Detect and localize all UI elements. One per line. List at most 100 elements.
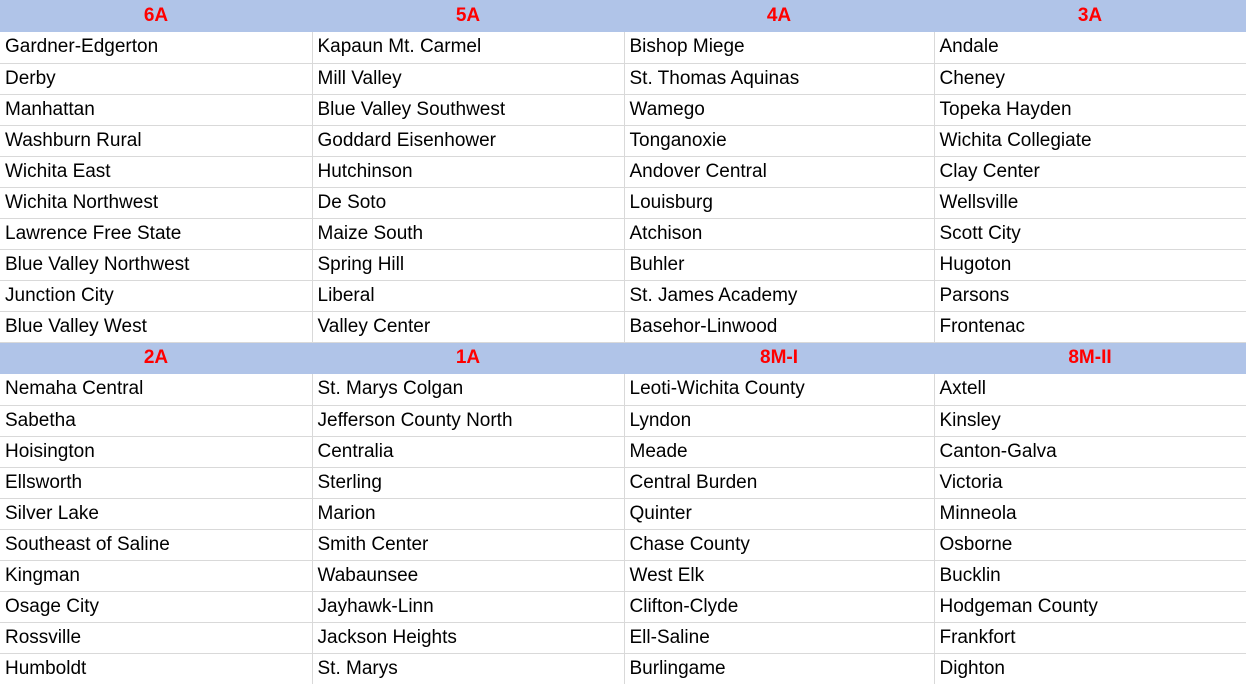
school-cell[interactable]: Blue Valley West [0,311,313,343]
school-cell[interactable]: Kapaun Mt. Carmel [312,32,625,64]
school-cell[interactable]: Andale [934,32,1246,64]
school-cell[interactable]: Canton-Galva [934,436,1246,468]
school-cell[interactable]: Hoisington [0,436,313,468]
school-cell[interactable]: Humboldt [0,653,313,684]
school-cell[interactable]: Centralia [312,436,625,468]
school-cell[interactable]: Wichita Northwest [0,187,313,219]
school-cell[interactable]: West Elk [624,560,935,592]
school-cell[interactable]: Jefferson County North [312,405,625,437]
school-cell[interactable]: Junction City [0,280,313,312]
school-cell[interactable]: Victoria [934,467,1246,499]
school-cell[interactable]: Wabaunsee [312,560,625,592]
table-row: Kingman Wabaunsee West Elk Bucklin [0,560,1246,592]
school-cell[interactable]: Kinsley [934,405,1246,437]
class-header-row: 2A 1A 8M-I 8M-II [0,342,1246,374]
school-cell[interactable]: De Soto [312,187,625,219]
school-cell[interactable]: Liberal [312,280,625,312]
school-cell[interactable]: Goddard Eisenhower [312,125,625,157]
school-cell[interactable]: Scott City [934,218,1246,250]
school-cell[interactable]: Chase County [624,529,935,561]
school-cell[interactable]: Bishop Miege [624,32,935,64]
school-cell[interactable]: Osborne [934,529,1246,561]
school-cell[interactable]: Marion [312,498,625,530]
school-cell[interactable]: Jayhawk-Linn [312,591,625,623]
school-cell[interactable]: Topeka Hayden [934,94,1246,126]
class-header-cell-3a[interactable]: 3A [934,0,1246,32]
school-cell[interactable]: Smith Center [312,529,625,561]
school-cell[interactable]: Kingman [0,560,313,592]
school-cell[interactable]: Hugoton [934,249,1246,281]
school-cell[interactable]: Ellsworth [0,467,313,499]
classification-grid: 6A 5A 4A 3A Gardner-Edgerton Kapaun Mt. Carme… [0,0,1246,684]
school-cell[interactable]: Blue Valley Southwest [312,94,625,126]
school-cell[interactable]: Wichita East [0,156,313,188]
school-cell[interactable]: Nemaha Central [0,374,313,406]
school-cell[interactable]: Silver Lake [0,498,313,530]
school-cell[interactable]: Gardner-Edgerton [0,32,313,64]
school-cell[interactable]: St. Thomas Aquinas [624,63,935,95]
school-cell[interactable]: Manhattan [0,94,313,126]
school-cell[interactable]: Sterling [312,467,625,499]
class-header-cell-2a[interactable]: 2A [0,342,312,374]
school-cell[interactable]: Frontenac [934,311,1246,343]
table-row: Wichita Northwest De Soto Louisburg Wellsvi… [0,187,1246,219]
school-cell[interactable]: Jackson Heights [312,622,625,654]
school-cell[interactable]: Mill Valley [312,63,625,95]
class-header-cell-1a[interactable]: 1A [312,342,624,374]
school-cell[interactable]: Louisburg [624,187,935,219]
school-cell[interactable]: Central Burden [624,467,935,499]
school-cell[interactable]: Andover Central [624,156,935,188]
school-cell[interactable]: Wamego [624,94,935,126]
table-row: Lawrence Free State Maize South Atchison Sc… [0,218,1246,250]
school-cell[interactable]: Burlingame [624,653,935,684]
table-row: Osage City Jayhawk-Linn Clifton-Clyde Hodge… [0,591,1246,623]
table-row: Sabetha Jefferson County North Lyndon Kinsl… [0,405,1246,437]
school-cell[interactable]: Blue Valley Northwest [0,249,313,281]
school-cell[interactable]: Maize South [312,218,625,250]
school-cell[interactable]: St. James Academy [624,280,935,312]
school-cell[interactable]: Southeast of Saline [0,529,313,561]
table-row: Blue Valley West Valley Center Basehor-Lin… [0,311,1246,343]
school-cell[interactable]: Derby [0,63,313,95]
school-cell[interactable]: Dighton [934,653,1246,684]
school-cell[interactable]: Tonganoxie [624,125,935,157]
school-cell[interactable]: Parsons [934,280,1246,312]
table-row: Humboldt St. Marys Burlingame Dighton [0,653,1246,684]
class-header-cell-5a[interactable]: 5A [312,0,624,32]
table-row: Ellsworth Sterling Central Burden Victoria [0,467,1246,499]
school-cell[interactable]: Frankfort [934,622,1246,654]
school-cell[interactable]: Clay Center [934,156,1246,188]
school-cell[interactable]: St. Marys [312,653,625,684]
school-cell[interactable]: Sabetha [0,405,313,437]
school-cell[interactable]: Hodgeman County [934,591,1246,623]
school-cell[interactable]: Cheney [934,63,1246,95]
school-cell[interactable]: St. Marys Colgan [312,374,625,406]
school-cell[interactable]: Valley Center [312,311,625,343]
school-cell[interactable]: Minneola [934,498,1246,530]
school-cell[interactable]: Axtell [934,374,1246,406]
school-cell[interactable]: Wellsville [934,187,1246,219]
school-cell[interactable]: Quinter [624,498,935,530]
class-header-cell-4a[interactable]: 4A [624,0,934,32]
school-cell[interactable]: Atchison [624,218,935,250]
school-cell[interactable]: Osage City [0,591,313,623]
table-row: Gardner-Edgerton Kapaun Mt. Carmel Bishop … [0,32,1246,64]
school-cell[interactable]: Spring Hill [312,249,625,281]
school-cell[interactable]: Bucklin [934,560,1246,592]
school-cell[interactable]: Lawrence Free State [0,218,313,250]
school-cell[interactable]: Meade [624,436,935,468]
school-cell[interactable]: Buhler [624,249,935,281]
school-cell[interactable]: Leoti-Wichita County [624,374,935,406]
class-header-cell-6a[interactable]: 6A [0,0,312,32]
school-cell[interactable]: Basehor-Linwood [624,311,935,343]
school-cell[interactable]: Washburn Rural [0,125,313,157]
school-cell[interactable]: Ell-Saline [624,622,935,654]
school-cell[interactable]: Wichita Collegiate [934,125,1246,157]
class-header-cell-8m-ii[interactable]: 8M-II [934,342,1246,374]
school-cell[interactable]: Clifton-Clyde [624,591,935,623]
school-cell[interactable]: Hutchinson [312,156,625,188]
school-cell[interactable]: Lyndon [624,405,935,437]
class-header-cell-8m-i[interactable]: 8M-I [624,342,934,374]
school-cell[interactable]: Rossville [0,622,313,654]
table-row: Junction City Liberal St. James Academy Par… [0,280,1246,312]
